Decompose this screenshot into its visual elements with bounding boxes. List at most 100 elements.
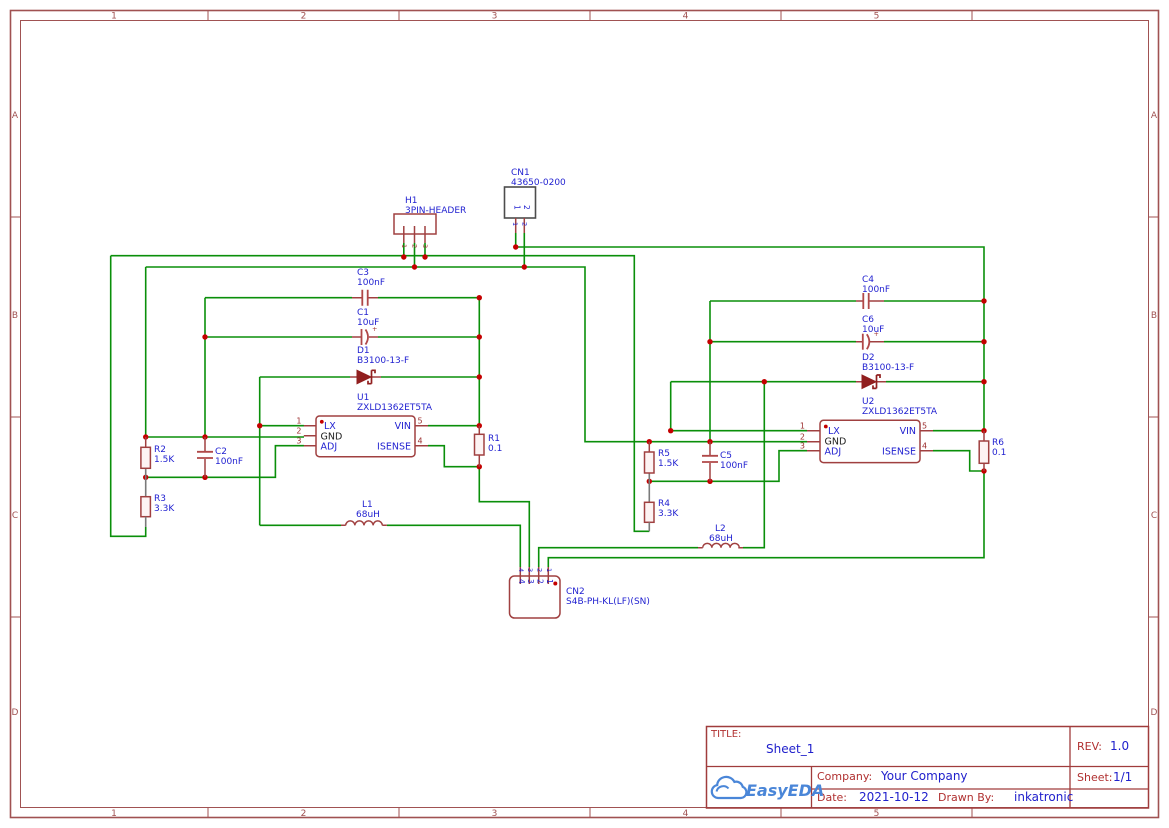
component-c4[interactable]: C4 100nF xyxy=(856,275,890,309)
pin-name: 2 xyxy=(522,205,531,210)
component-r2[interactable]: R2 1.5K xyxy=(141,437,175,497)
component-ref[interactable]: U2 xyxy=(862,397,874,407)
component-l2[interactable]: L2 68uH xyxy=(698,524,743,548)
component-value[interactable]: 3PIN-HEADER xyxy=(405,206,466,216)
component-ref[interactable]: C1 xyxy=(357,308,369,318)
component-ref[interactable]: R4 xyxy=(658,499,670,509)
pin-number: 3 xyxy=(296,437,301,446)
component-ref[interactable]: R2 xyxy=(154,445,166,455)
component-r1[interactable]: R1 0.1 xyxy=(475,426,503,467)
component-value[interactable]: B3100-13-F xyxy=(357,356,409,366)
schematic-canvas[interactable]: 1 2 3 4 5 1 2 3 4 5 A B C D A B C D xyxy=(0,0,1169,828)
component-ref[interactable]: C4 xyxy=(862,275,874,285)
easyeda-logo: EasyEDA xyxy=(712,777,824,800)
company-value[interactable]: Your Company xyxy=(880,769,968,783)
pin-number: 2 xyxy=(521,222,529,226)
pin-name: 1 xyxy=(513,205,522,210)
frame-row-label: B xyxy=(1151,311,1157,321)
pin-number: 1 xyxy=(400,244,408,248)
component-value[interactable]: 100nF xyxy=(862,285,890,295)
pin-name: 4 xyxy=(517,579,526,584)
component-ref[interactable]: L1 xyxy=(362,500,373,510)
component-ref[interactable]: C5 xyxy=(720,451,732,461)
component-u1[interactable]: LX GND ADJ VIN ISENSE 1 2 3 5 4 U1 ZXLD1… xyxy=(296,393,432,457)
component-u2[interactable]: LX GND ADJ VIN ISENSE 1 2 3 5 4 U2 ZXLD1… xyxy=(800,397,938,463)
component-value[interactable]: 1.5K xyxy=(154,455,175,465)
sheet-label: Sheet: xyxy=(1077,771,1113,784)
date-value[interactable]: 2021-10-12 xyxy=(859,790,929,804)
component-ref[interactable]: R5 xyxy=(658,449,670,459)
component-value[interactable]: 3.3K xyxy=(658,509,679,519)
component-value[interactable]: ZXLD1362ET5TA xyxy=(862,407,938,417)
component-value[interactable]: 0.1 xyxy=(488,444,502,454)
pin-number: 5 xyxy=(922,422,927,431)
ic-pin-name: ADJ xyxy=(321,441,338,452)
component-r4[interactable]: R4 3.3K xyxy=(645,499,680,531)
rev-value[interactable]: 1.0 xyxy=(1110,739,1129,753)
component-ref[interactable]: U1 xyxy=(357,393,369,403)
sheet-title[interactable]: Sheet_1 xyxy=(766,742,814,756)
component-ref[interactable]: L2 xyxy=(715,524,726,534)
component-value[interactable]: 100nF xyxy=(720,461,748,471)
component-value[interactable]: 68uH xyxy=(356,510,380,520)
component-c3[interactable]: C3 100nF xyxy=(352,268,385,306)
component-r3[interactable]: R3 3.3K xyxy=(141,494,175,527)
component-ref[interactable]: R1 xyxy=(488,434,500,444)
component-value[interactable]: 100nF xyxy=(215,457,243,467)
component-l1[interactable]: L1 68uH xyxy=(341,500,387,525)
component-ref[interactable]: H1 xyxy=(405,196,418,206)
logo-cloud-icon xyxy=(712,777,747,798)
component-ref[interactable]: D1 xyxy=(357,346,370,356)
component-value[interactable]: 43650-0200 xyxy=(511,178,566,188)
component-ref[interactable]: CN1 xyxy=(511,168,530,178)
component-c5[interactable]: C5 100nF xyxy=(702,442,748,482)
component-value[interactable]: 100nF xyxy=(357,278,385,288)
component-value[interactable]: 10uF xyxy=(862,325,884,335)
pin-number: 1 xyxy=(545,568,553,572)
component-value[interactable]: 3.3K xyxy=(154,504,175,514)
component-cn2[interactable]: 4 3 2 1 4 3 2 1 CN2 S4B-PH-KL(LF)(SN) xyxy=(510,567,650,618)
pin-number: 2 xyxy=(536,568,544,572)
drawn-by-label: Drawn By: xyxy=(938,791,994,804)
frame-col-label: 4 xyxy=(683,12,689,22)
frame-col-label: 4 xyxy=(683,809,689,819)
ic-pin-name: ISENSE xyxy=(377,441,411,452)
component-c6[interactable]: + C6 10uF xyxy=(856,315,884,350)
frame-col-label: 5 xyxy=(874,809,880,819)
component-ref[interactable]: C3 xyxy=(357,268,369,278)
component-d2[interactable]: D2 B3100-13-F xyxy=(856,353,914,388)
component-cn1[interactable]: 1 2 1 2 CN1 43650-0200 xyxy=(505,168,567,233)
component-ref[interactable]: C2 xyxy=(215,447,227,457)
component-r6[interactable]: R6 0.1 xyxy=(979,431,1006,471)
pin-number: 4 xyxy=(922,442,927,451)
component-value[interactable]: 1.5K xyxy=(658,459,679,469)
pin-number: 2 xyxy=(800,433,805,442)
frame-row-label: A xyxy=(1151,111,1158,121)
component-value[interactable]: B3100-13-F xyxy=(862,363,914,373)
component-c2[interactable]: C2 100nF xyxy=(197,437,243,477)
title-label: TITLE: xyxy=(710,729,741,740)
frame-col-label: 3 xyxy=(492,12,498,22)
component-ref[interactable]: D2 xyxy=(862,353,875,363)
drawn-by-value[interactable]: inkatronic xyxy=(1014,790,1073,804)
component-ref[interactable]: C6 xyxy=(862,315,874,325)
component-ref[interactable]: R3 xyxy=(154,494,166,504)
component-ref[interactable]: R6 xyxy=(992,438,1004,448)
component-c1[interactable]: + C1 10uF xyxy=(352,308,379,345)
sheet-value[interactable]: 1/1 xyxy=(1113,770,1132,784)
pin-number: 1 xyxy=(511,222,519,226)
component-h1[interactable]: 1 2 3 H1 3PIN-HEADER xyxy=(394,196,466,248)
component-value[interactable]: 0.1 xyxy=(992,448,1006,458)
pin-number: 2 xyxy=(296,427,301,436)
component-value[interactable]: 68uH xyxy=(709,534,733,544)
component-value[interactable]: ZXLD1362ET5TA xyxy=(357,403,433,413)
component-value[interactable]: S4B-PH-KL(LF)(SN) xyxy=(566,597,650,607)
component-d1[interactable]: D1 B3100-13-F xyxy=(350,346,409,384)
component-ref[interactable]: CN2 xyxy=(566,587,585,597)
pin-name: 2 xyxy=(536,579,545,584)
component-r5[interactable]: R5 1.5K xyxy=(645,442,680,503)
ic-pin-name: VIN xyxy=(395,421,411,432)
component-value[interactable]: 10uF xyxy=(357,318,379,328)
wires[interactable] xyxy=(111,233,984,567)
frame-col-label: 1 xyxy=(111,12,117,22)
